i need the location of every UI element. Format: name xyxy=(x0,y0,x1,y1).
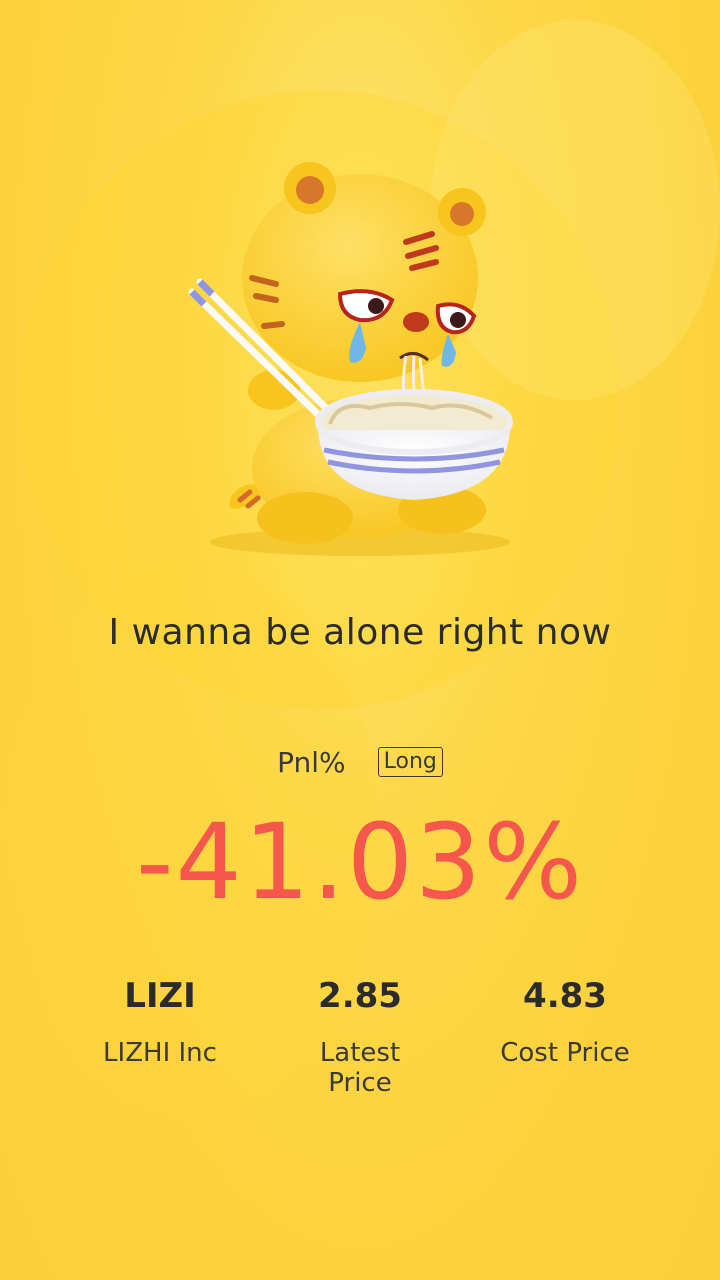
stat-cost-price: 4.83 Cost Price xyxy=(465,972,665,1068)
cost-price-caption: Cost Price xyxy=(500,1038,630,1068)
crying-tiger-mascot-icon xyxy=(188,162,513,556)
stat-latest-price: 2.85 Latest Price xyxy=(260,972,460,1098)
mood-headline: I wanna be alone right now xyxy=(108,612,612,653)
latest-price-caption: Latest Price xyxy=(319,1038,401,1098)
pnl-percentage-value: -41.03% xyxy=(135,801,585,923)
pnl-header: Pnl% Long xyxy=(0,744,720,780)
pnl-label: Pnl% xyxy=(277,745,346,779)
cost-price-value: 4.83 xyxy=(523,976,607,1016)
latest-price-value: 2.85 xyxy=(318,976,402,1016)
position-type-badge: Long xyxy=(377,747,443,777)
stock-ticker: LIZI xyxy=(124,976,196,1016)
stat-ticker: LIZI LIZHI Inc xyxy=(60,972,260,1068)
company-name: LIZHI Inc xyxy=(103,1038,217,1068)
